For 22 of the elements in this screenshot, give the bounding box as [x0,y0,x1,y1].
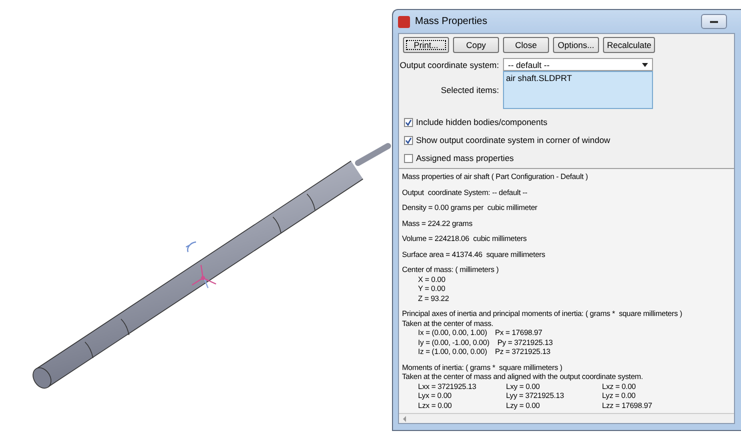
coordinate-triad-icon [185,241,217,288]
minimize-button[interactable] [701,14,727,29]
checkbox[interactable] [404,118,413,126]
field-label: Selected items: [440,85,500,95]
horizontal-scrollbar[interactable] [399,413,734,423]
dialog-button[interactable]: Print... [403,37,449,53]
dialog-button[interactable]: Recalculate [603,37,656,53]
dialog-button[interactable]: Copy [453,37,499,53]
checkbox[interactable] [404,136,413,144]
dialog-button[interactable]: Close [503,37,549,53]
window-title: Mass Properties [415,16,488,27]
checkbox[interactable] [404,154,413,162]
checkbox-label[interactable]: Assigned mass properties [416,153,514,163]
selected-items-list[interactable]: air shaft.SLDPRT [503,71,653,109]
field-label: Output coordinate system: [399,60,500,70]
coordinate-system-dropdown[interactable]: -- default -- [503,58,653,71]
dialog-button[interactable]: Options... [553,37,599,53]
checkbox-label[interactable]: Include hidden bodies/components [416,117,548,127]
checkbox-label[interactable]: Show output coordinate system in corner of window [416,135,610,145]
caret-icon [642,62,648,66]
list-item[interactable]: air shaft.SLDPRT [506,73,650,83]
app-logo-icon [398,16,410,28]
